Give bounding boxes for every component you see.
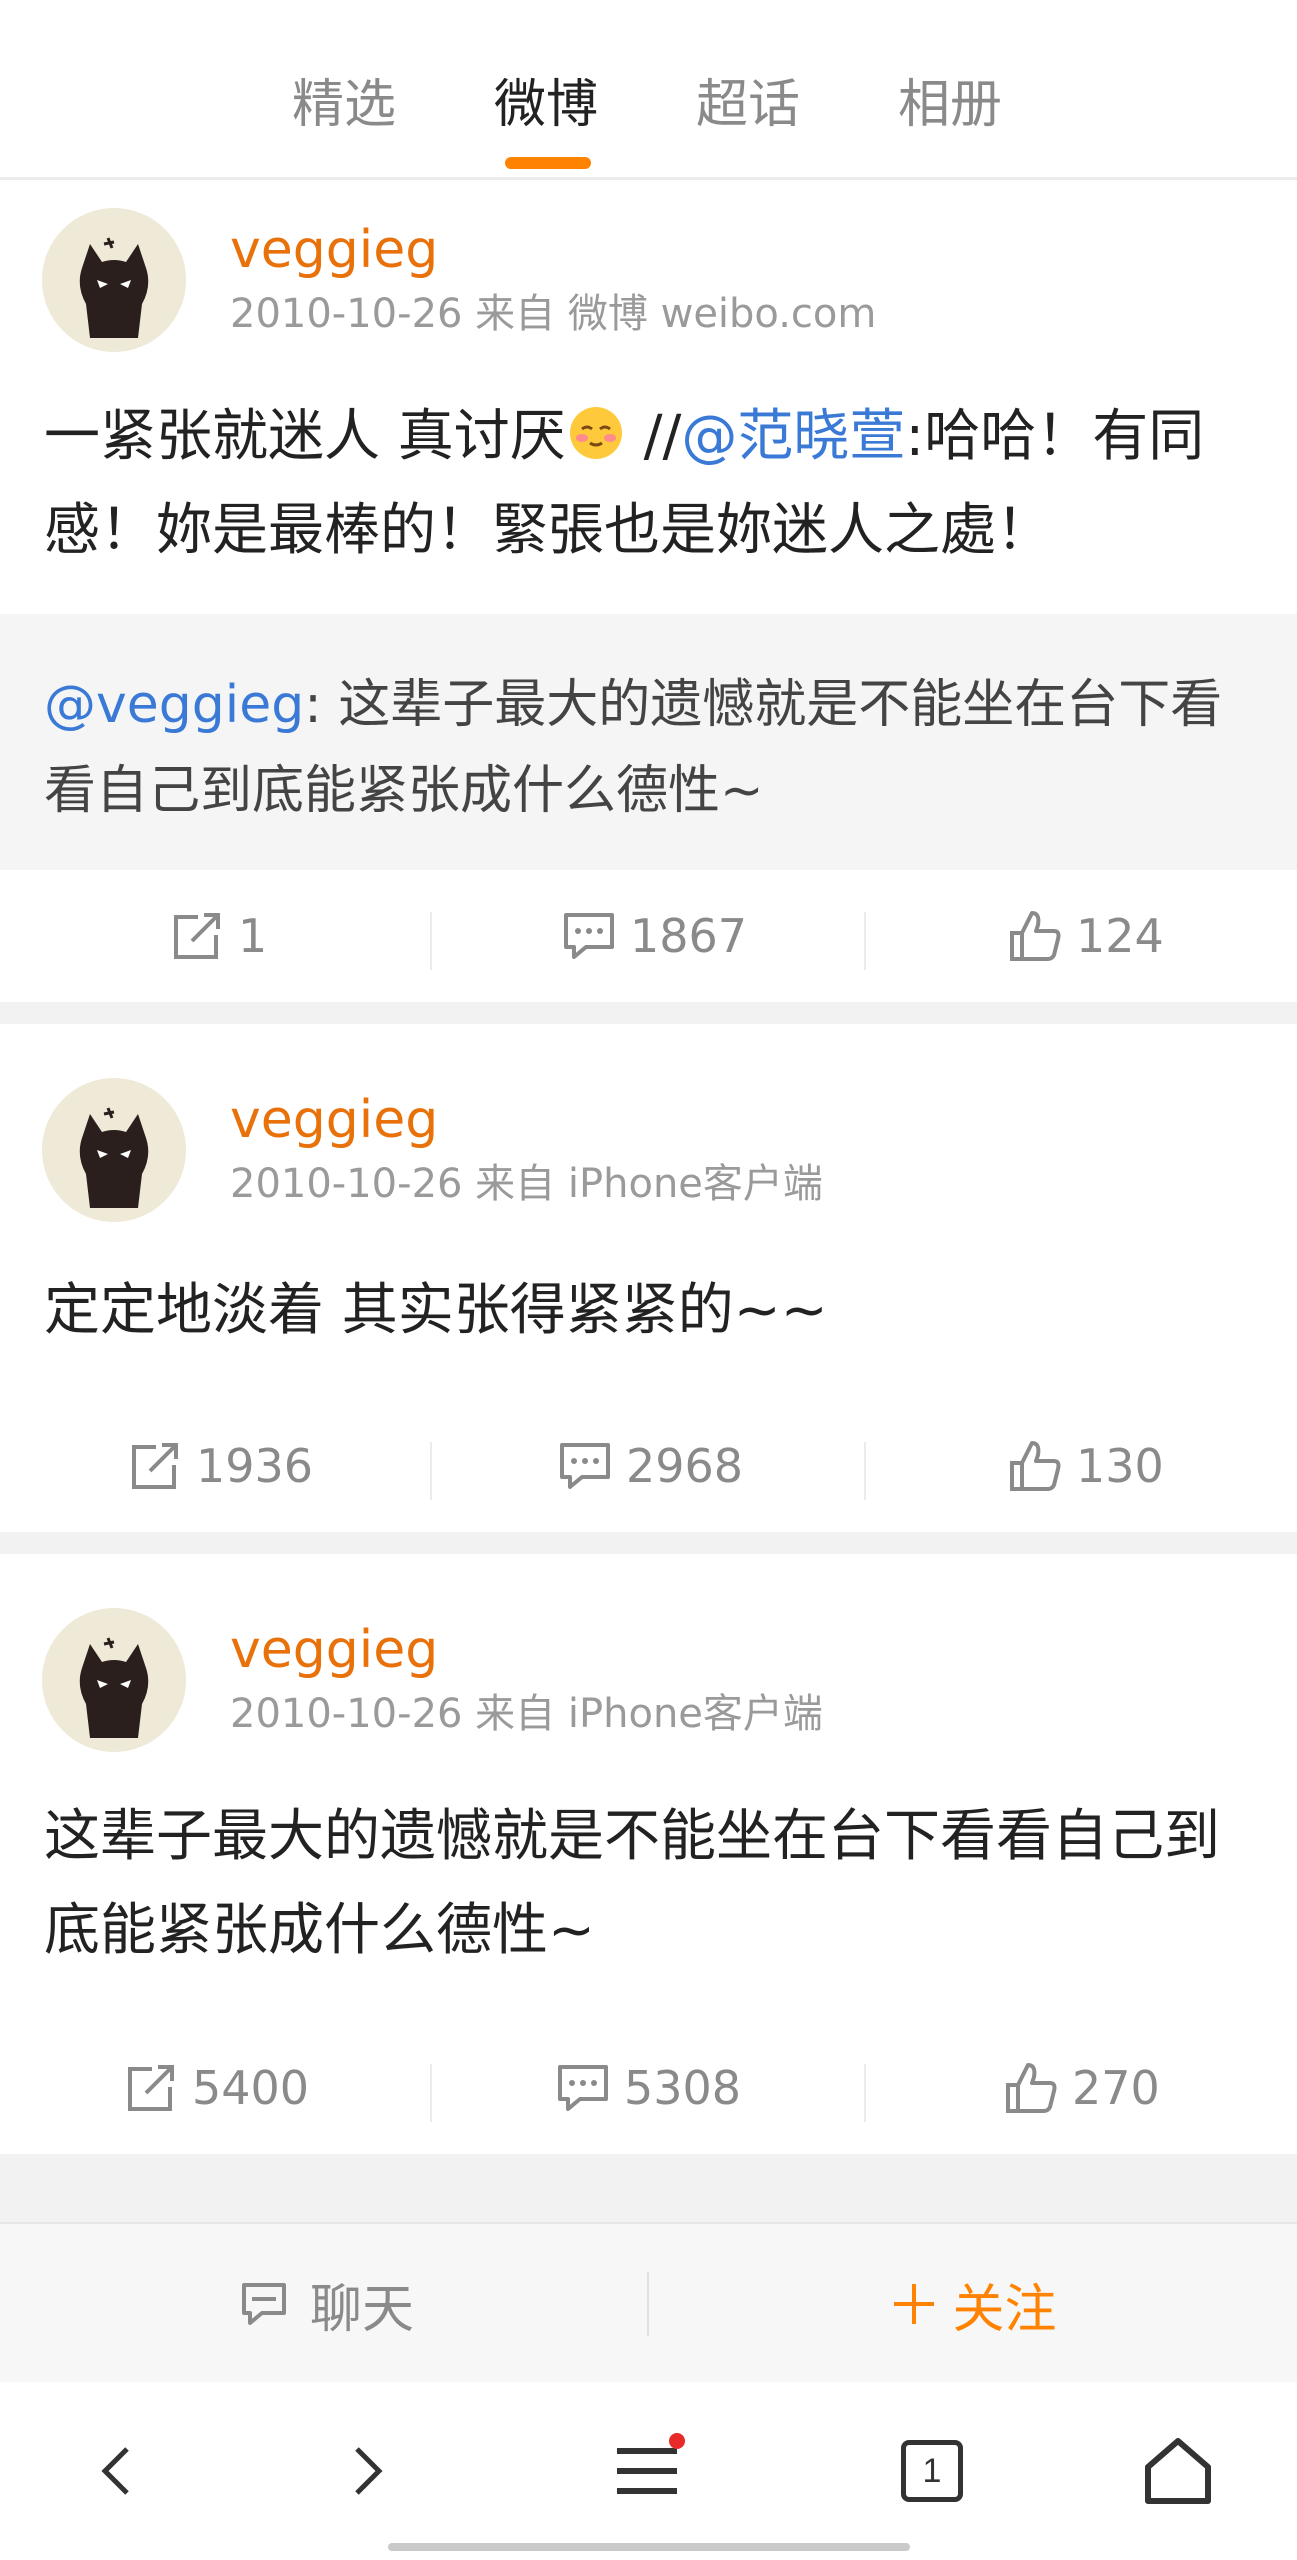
post-separator bbox=[0, 1002, 1297, 1024]
like-button[interactable]: 270 bbox=[1002, 2028, 1160, 2148]
post-content: 定定地淡着 其实张得紧紧的~~ bbox=[44, 1278, 828, 1343]
post-actions: 5400 5308 270 bbox=[0, 2028, 1297, 2148]
thumbs-up-icon bbox=[1010, 1441, 1061, 1491]
weibo-post: veggieg 2010-10-26 来自 iPhone客户端 这辈子最大的遗憾… bbox=[0, 1554, 1297, 2154]
action-divider bbox=[430, 2064, 432, 2122]
forward-button[interactable] bbox=[310, 2416, 420, 2526]
post-separator bbox=[0, 1532, 1297, 1554]
tab-count-icon: 1 bbox=[901, 2440, 963, 2502]
comment-icon bbox=[564, 913, 614, 959]
post-actions: 1936 2968 130 bbox=[0, 1406, 1297, 1526]
home-indicator[interactable] bbox=[388, 2543, 910, 2551]
like-count: 130 bbox=[1076, 1439, 1164, 1493]
weibo-post: veggieg 2010-10-26 来自 iPhone客户端 定定地淡着 其实… bbox=[0, 1024, 1297, 1532]
post-meta: 2010-10-26 来自 iPhone客户端 bbox=[230, 1691, 823, 1737]
weibo-post: veggieg 2010-10-26 来自 微博 weibo.com 一紧张就迷… bbox=[0, 182, 1297, 1002]
comment-icon bbox=[560, 1443, 610, 1489]
action-divider bbox=[430, 1442, 432, 1500]
chat-button[interactable]: 聊天 bbox=[0, 2224, 648, 2384]
action-divider bbox=[430, 912, 432, 970]
share-icon bbox=[128, 2065, 174, 2111]
like-button[interactable]: 130 bbox=[1006, 1406, 1164, 1526]
share-button[interactable]: 5400 bbox=[122, 2028, 309, 2148]
chevron-right-icon bbox=[355, 2447, 383, 2495]
comment-button[interactable]: 1867 bbox=[560, 876, 747, 996]
mention-link[interactable]: @veggieg bbox=[44, 675, 304, 735]
like-button[interactable]: 124 bbox=[1006, 876, 1164, 996]
like-count: 124 bbox=[1076, 909, 1164, 963]
comment-icon bbox=[558, 2065, 608, 2111]
chat-label: 聊天 bbox=[309, 2279, 414, 2340]
black-cat-avatar-icon bbox=[42, 1608, 186, 1752]
notification-dot-icon bbox=[669, 2433, 685, 2449]
chevron-left-icon bbox=[101, 2447, 129, 2495]
share-icon bbox=[174, 913, 220, 959]
follow-button[interactable]: 关注 bbox=[650, 2224, 1297, 2384]
share-count: 1 bbox=[238, 909, 268, 963]
home-button[interactable] bbox=[1123, 2416, 1233, 2526]
action-divider bbox=[864, 912, 866, 970]
comment-count: 2968 bbox=[626, 1439, 744, 1493]
tab-album[interactable]: 相册 bbox=[898, 70, 1002, 140]
shy-face-emoji-icon bbox=[569, 407, 622, 459]
share-icon bbox=[132, 1443, 178, 1489]
mention-link[interactable]: @范晓萱 bbox=[681, 404, 905, 469]
post-content: 一紧张就迷人 真讨厌 //@范晓萱:哈哈！有同感！妳是最棒的！緊張也是妳迷人之處… bbox=[44, 390, 1259, 578]
post-text: 一紧张就迷人 真讨厌 bbox=[44, 404, 566, 469]
tab-featured[interactable]: 精选 bbox=[292, 70, 396, 140]
menu-icon bbox=[617, 2433, 685, 2494]
share-button[interactable]: 1 bbox=[168, 876, 267, 996]
like-count: 270 bbox=[1072, 2061, 1160, 2115]
chat-icon bbox=[241, 2283, 286, 2325]
avatar[interactable] bbox=[42, 1608, 186, 1752]
tabs-button[interactable]: 1 bbox=[877, 2416, 987, 2526]
thumbs-up-icon bbox=[1006, 2063, 1057, 2113]
share-button[interactable]: 1936 bbox=[126, 1406, 313, 1526]
thumbs-up-icon bbox=[1010, 911, 1061, 961]
post-actions: 1 1867 124 bbox=[0, 876, 1297, 996]
repost-content: @veggieg: 这辈子最大的遗憾就是不能坐在台下看看自己到底能紧张成什么德性… bbox=[44, 662, 1259, 834]
profile-action-bar: 聊天 关注 bbox=[0, 2222, 1297, 2382]
comment-button[interactable]: 5308 bbox=[554, 2028, 741, 2148]
active-tab-indicator bbox=[505, 157, 591, 169]
comment-count: 5308 bbox=[624, 2061, 742, 2115]
black-cat-avatar-icon bbox=[42, 208, 186, 352]
browser-nav-bar: 1 bbox=[0, 2382, 1297, 2560]
avatar[interactable] bbox=[42, 1078, 186, 1222]
follow-label: 关注 bbox=[952, 2279, 1057, 2340]
tab-count: 1 bbox=[922, 2451, 942, 2490]
post-text: // bbox=[625, 404, 682, 469]
tab-super-topic[interactable]: 超话 bbox=[696, 70, 800, 140]
bar-divider bbox=[647, 2272, 649, 2336]
share-count: 1936 bbox=[196, 1439, 314, 1493]
post-username[interactable]: veggieg bbox=[230, 218, 438, 282]
repost-box[interactable]: @veggieg: 这辈子最大的遗憾就是不能坐在台下看看自己到底能紧张成什么德性… bbox=[0, 614, 1297, 870]
post-username[interactable]: veggieg bbox=[230, 1088, 438, 1152]
comment-count: 1867 bbox=[630, 909, 748, 963]
post-separator bbox=[0, 2154, 1297, 2222]
action-divider bbox=[864, 1442, 866, 1500]
avatar[interactable] bbox=[42, 208, 186, 352]
menu-button[interactable] bbox=[592, 2416, 702, 2526]
tab-weibo[interactable]: 微博 bbox=[494, 70, 598, 140]
black-cat-avatar-icon bbox=[42, 1078, 186, 1222]
back-button[interactable] bbox=[64, 2416, 174, 2526]
profile-tab-bar: 精选 微博 超话 相册 bbox=[0, 0, 1297, 180]
plus-icon bbox=[894, 2284, 935, 2324]
post-meta: 2010-10-26 来自 iPhone客户端 bbox=[230, 1161, 823, 1207]
comment-button[interactable]: 2968 bbox=[556, 1406, 743, 1526]
action-divider bbox=[864, 2064, 866, 2122]
share-count: 5400 bbox=[192, 2061, 310, 2115]
post-username[interactable]: veggieg bbox=[230, 1618, 438, 1682]
post-content: 这辈子最大的遗憾就是不能坐在台下看看自己到底能紧张成什么德性~ bbox=[44, 1804, 1220, 1963]
home-icon bbox=[1145, 2438, 1211, 2504]
post-meta: 2010-10-26 来自 微博 weibo.com bbox=[230, 291, 877, 337]
